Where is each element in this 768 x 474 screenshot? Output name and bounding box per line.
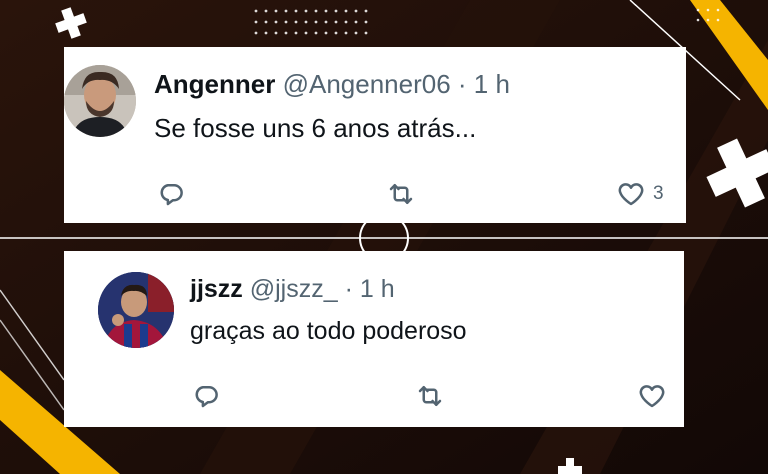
retweet-button[interactable]: [385, 179, 417, 209]
separator-dot: ·: [457, 69, 467, 99]
tweet-text: graças ao todo poderoso: [190, 317, 467, 345]
avatar[interactable]: [64, 65, 136, 137]
handle[interactable]: @Angenner06: [283, 69, 451, 99]
reply-button[interactable]: [191, 381, 221, 411]
display-name[interactable]: jjszz: [190, 275, 243, 303]
timestamp[interactable]: 1 h: [474, 69, 510, 99]
timestamp[interactable]: 1 h: [360, 275, 395, 303]
handle[interactable]: @jjszz_: [250, 275, 338, 303]
tweet-header: Angenner @Angenner06 · 1 h: [154, 69, 510, 100]
retweet-icon: [418, 386, 442, 406]
retweet-icon: [389, 184, 413, 204]
tweet-card[interactable]: Angenner @Angenner06 · 1 h Se fosse uns …: [64, 47, 686, 223]
person-avatar-icon: [64, 65, 136, 137]
reply-icon: [160, 184, 183, 206]
avatar[interactable]: [98, 272, 174, 348]
retweet-button[interactable]: [414, 381, 446, 411]
tweet-card[interactable]: jjszz @jjszz_ · 1 h graças ao todo poder…: [64, 251, 684, 427]
reply-icon: [195, 386, 218, 408]
like-count: 3: [653, 183, 664, 204]
like-icon: [618, 183, 644, 206]
like-button[interactable]: 3: [615, 179, 664, 209]
separator-dot: ·: [344, 275, 353, 303]
tweet-header: jjszz @jjszz_ · 1 h: [190, 275, 395, 304]
like-icon: [639, 385, 665, 408]
like-button[interactable]: [636, 381, 668, 411]
person-avatar-icon: [98, 272, 174, 348]
reply-button[interactable]: [156, 179, 186, 209]
display-name[interactable]: Angenner: [154, 69, 275, 99]
tweet-text: Se fosse uns 6 anos atrás...: [154, 113, 477, 143]
